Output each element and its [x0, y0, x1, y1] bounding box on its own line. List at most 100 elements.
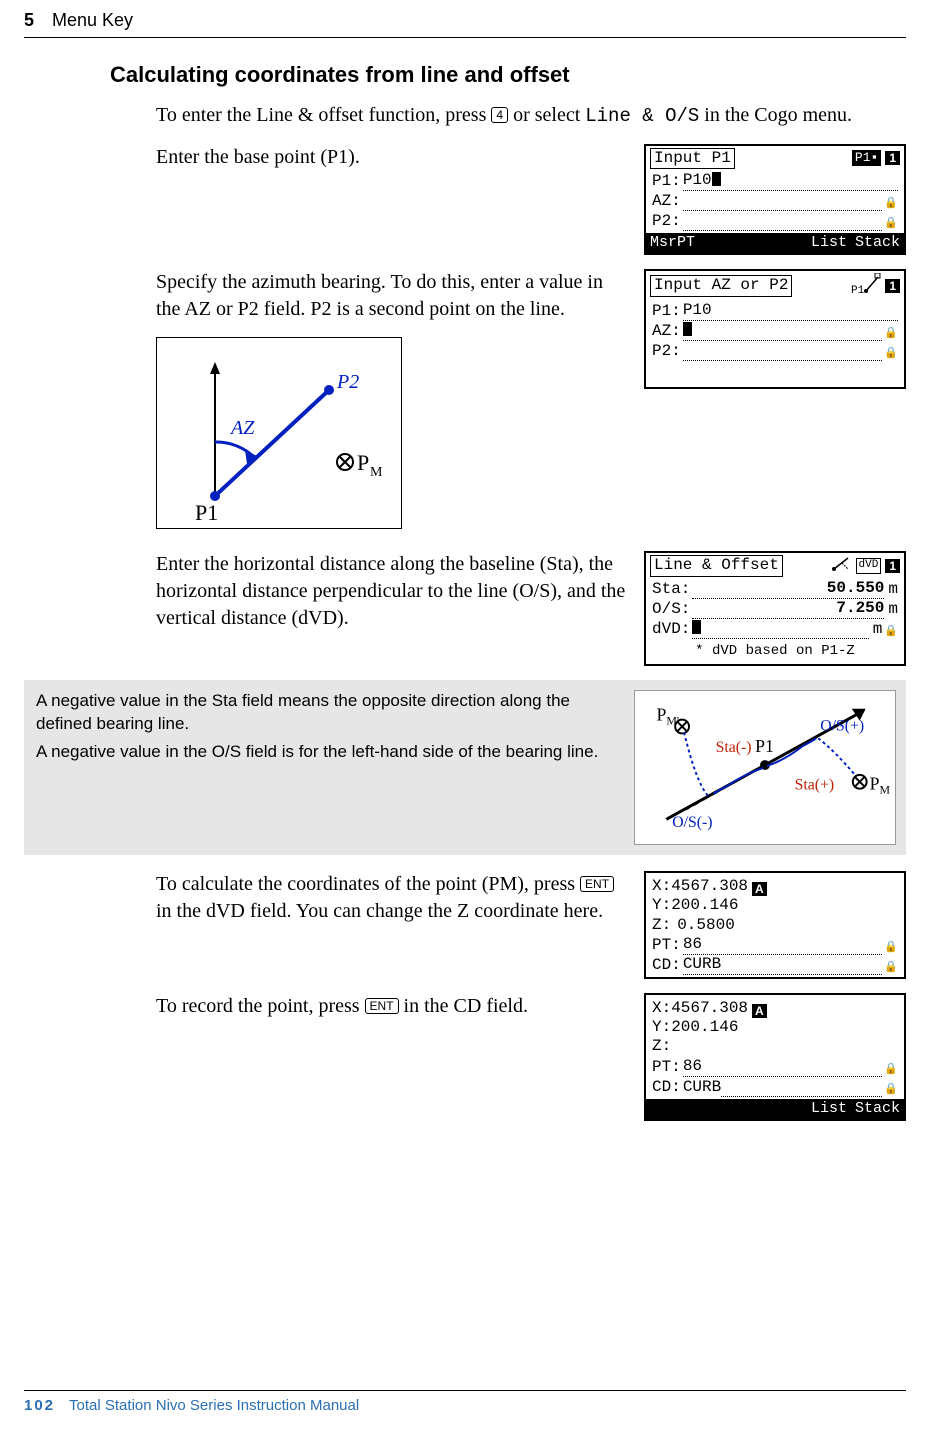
lock-icon: 🔒	[882, 328, 898, 341]
text: To record the point, press	[156, 995, 365, 1017]
mode-indicator: A	[752, 1004, 767, 1018]
field-value	[671, 1037, 681, 1056]
lock-icon: 🔒	[882, 1064, 898, 1077]
field-label: CD:	[652, 1078, 681, 1097]
lcd-footnote: * dVD based on P1-Z	[646, 641, 904, 664]
azimuth-diagram: AZ P2 P M P1	[156, 337, 402, 529]
field-label: P1:	[652, 172, 681, 191]
page-footer: 102 Total Station Nivo Series Instructio…	[24, 1390, 906, 1414]
field-value: 200.146	[671, 896, 738, 915]
svg-text:P: P	[357, 450, 369, 475]
field-value: 7.250	[692, 599, 884, 619]
field-label: P2:	[652, 212, 681, 231]
lcd-title: Input AZ or P2	[650, 275, 792, 296]
field-label: AZ:	[652, 322, 681, 341]
field-value	[683, 321, 882, 341]
text: To calculate the coordinates of the poin…	[156, 873, 580, 895]
header-rule	[24, 37, 906, 38]
cursor-icon	[683, 322, 692, 336]
unit-label: m	[869, 620, 883, 639]
callout-text: A negative value in the Sta field means …	[36, 690, 620, 735]
unit-label: m	[884, 580, 898, 599]
field-label: CD:	[652, 956, 681, 975]
svg-text:Sta(-): Sta(-)	[716, 739, 752, 756]
svg-text:P2: P2	[336, 371, 359, 393]
svg-text:P1: P1	[755, 736, 774, 756]
field-value: 4567.308	[671, 999, 748, 1018]
cursor-icon	[712, 172, 721, 186]
lcd-input-az-p2: Input AZ or P2 P1 1	[644, 269, 906, 389]
mini-diagram-icon	[830, 555, 852, 576]
lock-icon: 🔒	[882, 626, 898, 639]
field-label: O/S:	[652, 600, 690, 619]
text: To enter the Line & offset function, pre…	[156, 104, 491, 126]
mini-diagram-icon: P1	[851, 273, 881, 298]
softkey[interactable]: MsrPT	[650, 234, 695, 252]
lock-icon: 🔒	[882, 198, 898, 211]
field-label: Y:	[652, 896, 671, 915]
field-value	[683, 341, 882, 361]
key-4: 4	[491, 107, 508, 123]
svg-text:PM': PM'	[656, 705, 679, 728]
softkey[interactable]: List	[811, 234, 847, 252]
step3-text: Enter the horizontal distance along the …	[156, 551, 626, 632]
intro-paragraph: To enter the Line & offset function, pre…	[156, 102, 906, 130]
field-value: 86	[683, 935, 882, 955]
softkey[interactable]: Stack	[855, 234, 900, 252]
chapter-title: Menu Key	[52, 10, 133, 31]
lcd-title: Input P1	[650, 148, 735, 169]
field-label: AZ:	[652, 192, 681, 211]
lock-icon: 🔒	[882, 942, 898, 955]
field-label: Y:	[652, 1018, 671, 1037]
text: in the dVD field. You can change the Z c…	[156, 900, 603, 922]
field-label: P2:	[652, 342, 681, 361]
page-indicator: 1	[885, 279, 900, 293]
page-indicator: 1	[885, 151, 900, 165]
field-label: P1:	[652, 302, 681, 321]
unit-label: m	[884, 600, 898, 619]
field-value-selected: CURB	[683, 1078, 721, 1097]
note-callout: A negative value in the Sta field means …	[24, 680, 906, 855]
step4-text: To calculate the coordinates of the poin…	[156, 871, 626, 925]
svg-text:Sta(+): Sta(+)	[795, 777, 835, 794]
step5-text: To record the point, press ENT in the CD…	[156, 993, 626, 1020]
page-number: 102	[24, 1397, 55, 1414]
field-value: 200.146	[671, 1018, 738, 1037]
lock-icon: 🔒	[882, 348, 898, 361]
svg-text:O/S(+): O/S(+)	[820, 718, 864, 735]
key-ent: ENT	[365, 998, 399, 1014]
key-ent: ENT	[580, 876, 614, 892]
text: or select	[508, 104, 585, 126]
field-label: Sta:	[652, 580, 690, 599]
field-label: Z:	[652, 916, 671, 935]
manual-title: Total Station Nivo Series Instruction Ma…	[69, 1397, 359, 1414]
field-label: dVD:	[652, 620, 690, 639]
text: in the Cogo menu.	[699, 104, 852, 126]
field-label: X:	[652, 999, 671, 1018]
lock-icon: 🔒	[882, 962, 898, 975]
lcd-input-p1: Input P1 P1▪ 1 P1: P10 AZ: 🔒	[644, 144, 906, 256]
field-value	[683, 191, 882, 211]
field-label: PT:	[652, 936, 681, 955]
softkey[interactable]: Stack	[855, 1100, 900, 1118]
lock-icon: 🔒	[882, 1084, 898, 1097]
mode-indicator: A	[752, 882, 767, 896]
lcd-result-record: X: 4567.308 A Y: 200.146 Z:	[644, 993, 906, 1121]
lock-icon: 🔒	[882, 218, 898, 231]
callout-text: A negative value in the O/S field is for…	[36, 741, 620, 763]
field-value	[683, 211, 882, 231]
field-label: X:	[652, 877, 671, 896]
lcd-line-offset: Line & Offset dVD 1	[644, 551, 906, 666]
svg-text:P1: P1	[195, 500, 218, 525]
section-heading: Calculating coordinates from line and of…	[110, 62, 906, 88]
page-indicator: 1	[885, 559, 900, 573]
field-value: 50.550	[692, 579, 884, 599]
field-value: 4567.308	[671, 877, 748, 896]
mini-diagram-label: P1▪	[852, 150, 881, 166]
cursor-icon	[692, 620, 701, 634]
softkey[interactable]: List	[811, 1100, 847, 1118]
field-label: PT:	[652, 1058, 681, 1077]
svg-text:P1: P1	[851, 285, 865, 295]
menu-path: Line & O/S	[585, 105, 699, 127]
dvd-tag: dVD	[856, 558, 882, 573]
